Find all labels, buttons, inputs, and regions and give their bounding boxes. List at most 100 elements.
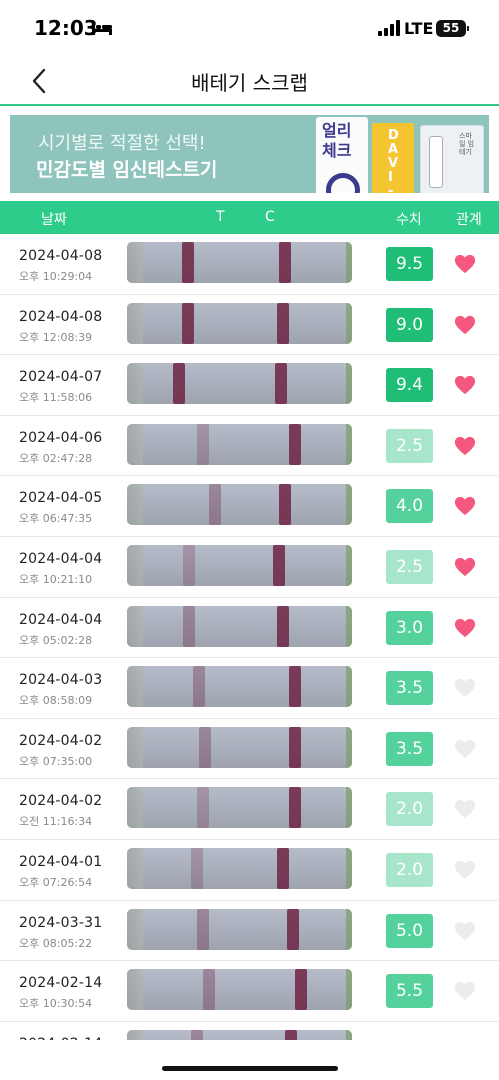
control-line xyxy=(279,484,291,526)
product2-label: DAVI -SUPE xyxy=(388,128,399,194)
list-item[interactable]: 2024-04-02 오전 11:16:34 2.0 xyxy=(0,779,499,840)
list-item[interactable]: 2024-04-07 오후 11:58:06 9.4 xyxy=(0,355,499,416)
list-item[interactable]: 2024-04-04 오후 10:21:10 2.5 xyxy=(0,537,499,598)
bed-icon xyxy=(92,23,112,35)
heart-icon[interactable] xyxy=(454,920,476,942)
nav-bar: 배테기 스크랩 xyxy=(0,56,499,106)
heart-icon[interactable] xyxy=(454,738,476,760)
product3-label: 스마일 임테기 xyxy=(459,132,475,156)
page-title: 배테기 스크랩 xyxy=(191,71,308,95)
row-date: 2024-03-31 xyxy=(19,914,103,931)
list-item[interactable]: 2024-02-14 오후 10:30:54 5.5 xyxy=(0,961,499,1022)
score-badge: 2.0 xyxy=(386,852,433,887)
test-line xyxy=(183,605,195,647)
test-strip-image[interactable] xyxy=(127,787,352,829)
score-badge: 2.0 xyxy=(386,792,433,827)
control-line xyxy=(289,666,301,708)
row-time: 오후 10:21:10 xyxy=(19,572,93,586)
banner-headline: 민감도별 임신테스트기 xyxy=(36,159,218,181)
test-strip-image[interactable] xyxy=(127,1029,352,1040)
list-item[interactable]: 2024-02-14 xyxy=(0,1022,499,1040)
heart-icon[interactable] xyxy=(454,617,476,639)
test-strip-image[interactable] xyxy=(127,969,352,1011)
header-c: C xyxy=(265,209,275,225)
heart-icon[interactable] xyxy=(454,556,476,578)
test-strip-image[interactable] xyxy=(127,666,352,708)
heart-icon[interactable] xyxy=(454,798,476,820)
control-line xyxy=(275,363,287,405)
list-item[interactable]: 2024-04-03 오후 08:58:09 3.5 xyxy=(0,658,499,719)
test-line xyxy=(209,484,221,526)
test-strip-image[interactable] xyxy=(127,726,352,768)
row-time: 오후 02:47:28 xyxy=(19,451,93,465)
header-date: 날짜 xyxy=(41,212,67,228)
scrap-list[interactable]: 2024-04-08 오후 10:29:04 9.5 2024-04-08 오후 12:… xyxy=(0,234,499,1040)
list-item[interactable]: 2024-03-31 오후 08:05:22 5.0 xyxy=(0,901,499,962)
score-badge: 3.5 xyxy=(386,731,433,766)
list-item[interactable]: 2024-04-02 오후 07:35:00 3.5 xyxy=(0,719,499,780)
heart-icon[interactable] xyxy=(454,374,476,396)
heart-icon[interactable] xyxy=(454,980,476,1002)
product-image-david: DAVI -SUPE xyxy=(372,123,414,193)
score-badge: 3.5 xyxy=(386,671,433,706)
row-time: 오전 11:16:34 xyxy=(19,815,93,829)
list-item[interactable]: 2024-04-01 오후 07:26:54 2.0 xyxy=(0,840,499,901)
control-line xyxy=(273,544,285,586)
score-badge: 2.5 xyxy=(386,428,433,463)
row-date: 2024-04-02 xyxy=(19,732,103,749)
row-time: 오후 07:35:00 xyxy=(19,754,93,768)
test-strip-image[interactable] xyxy=(127,908,352,950)
test-strip-image[interactable] xyxy=(127,242,352,283)
list-item[interactable]: 2024-04-05 오후 06:47:35 4.0 xyxy=(0,476,499,537)
product1-logo-ring xyxy=(326,173,360,193)
score-badge: 3.0 xyxy=(386,610,433,645)
row-time: 오후 10:30:54 xyxy=(19,997,93,1011)
test-strip-image[interactable] xyxy=(127,544,352,586)
control-line xyxy=(285,1029,297,1040)
test-line xyxy=(191,847,203,889)
row-date: 2024-04-08 xyxy=(19,308,103,325)
row-date: 2024-04-04 xyxy=(19,550,103,567)
list-item[interactable]: 2024-04-06 오후 02:47:28 2.5 xyxy=(0,416,499,477)
test-line xyxy=(197,787,209,829)
row-date: 2024-04-08 xyxy=(19,248,103,264)
test-line xyxy=(203,969,215,1011)
test-strip-image[interactable] xyxy=(127,363,352,405)
product-image-early-check: 얼리 체크 xyxy=(316,117,368,193)
row-time: 오후 07:26:54 xyxy=(19,875,93,889)
heart-icon[interactable] xyxy=(454,435,476,457)
score-badge: 9.0 xyxy=(386,307,433,342)
row-time: 오후 12:08:39 xyxy=(19,330,93,344)
control-line xyxy=(295,969,307,1011)
test-strip-image[interactable] xyxy=(127,423,352,465)
row-date: 2024-04-06 xyxy=(19,429,103,446)
score-badge: 9.5 xyxy=(386,247,433,281)
heart-icon[interactable] xyxy=(454,859,476,881)
header-t: T xyxy=(216,209,225,225)
list-item[interactable]: 2024-04-08 오후 10:29:04 9.5 xyxy=(0,234,499,295)
row-date: 2024-04-05 xyxy=(19,490,103,507)
row-time: 오후 11:58:06 xyxy=(19,391,93,405)
test-strip-image[interactable] xyxy=(127,302,352,344)
test-strip-image[interactable] xyxy=(127,605,352,647)
list-item[interactable]: 2024-04-08 오후 12:08:39 9.0 xyxy=(0,295,499,356)
test-strip-image[interactable] xyxy=(127,484,352,526)
heart-icon[interactable] xyxy=(454,677,476,699)
score-badge: 2.5 xyxy=(386,549,433,584)
test-line xyxy=(191,1029,203,1040)
list-item[interactable]: 2024-04-04 오후 05:02:28 3.0 xyxy=(0,598,499,659)
heart-icon[interactable] xyxy=(454,253,476,275)
score-badge: 4.0 xyxy=(386,489,433,524)
heart-icon[interactable] xyxy=(454,314,476,336)
row-time: 오후 08:58:09 xyxy=(19,694,93,708)
product-image-smile: 스마일 임테기 xyxy=(420,125,484,193)
cellular-signal-icon xyxy=(378,20,400,36)
heart-icon[interactable] xyxy=(454,495,476,517)
banner-tagline: 시기별로 적절한 선택! xyxy=(38,133,206,154)
test-line xyxy=(182,302,194,344)
home-indicator xyxy=(162,1066,338,1071)
test-strip-image[interactable] xyxy=(127,847,352,889)
test-line xyxy=(193,666,205,708)
control-line xyxy=(277,302,289,344)
ad-banner[interactable]: 시기별로 적절한 선택! 민감도별 임신테스트기 얼리 체크 DAVI -SUP… xyxy=(10,115,489,193)
